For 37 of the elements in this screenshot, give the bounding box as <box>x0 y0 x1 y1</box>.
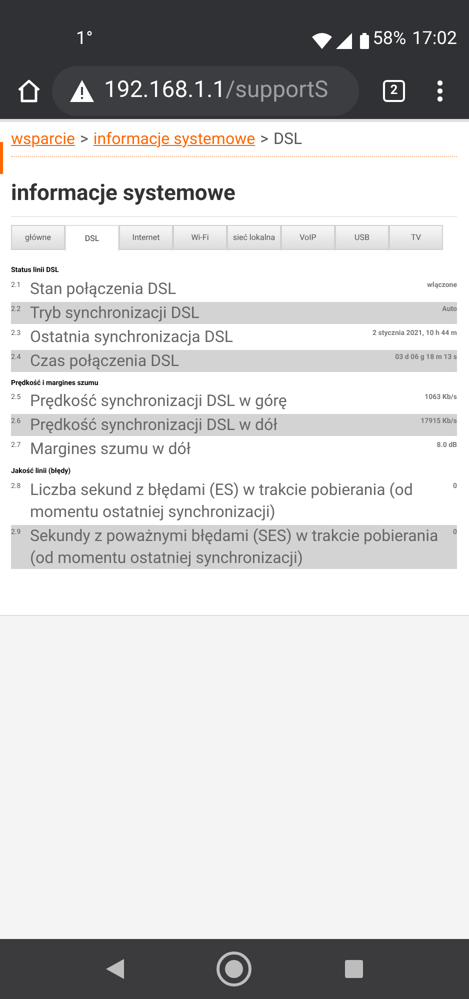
warning-icon <box>70 80 94 102</box>
home-icon[interactable] <box>16 78 42 104</box>
clock: 17:02 <box>412 27 457 51</box>
address-bar[interactable]: 192.168.1.1/supportS <box>52 66 359 116</box>
battery-level: 58% <box>372 27 406 51</box>
recents-icon[interactable] <box>344 960 363 978</box>
url-text: 192.168.1.1/supportS <box>104 75 328 106</box>
tab[interactable]: TV <box>389 225 443 250</box>
row-label: Prędkość synchronizacji DSL w górę <box>30 390 288 412</box>
tab[interactable]: VoIP <box>281 225 335 250</box>
home-button-icon[interactable] <box>216 951 252 987</box>
temperature: 1° <box>76 27 93 51</box>
page-title: informacje systemowe <box>11 177 457 217</box>
tab[interactable]: główne <box>11 225 65 250</box>
row-label: Liczba sekund z błędami (ES) w trakcie pobierania (od momentu ostatniej synchronizacji) <box>30 478 414 522</box>
row-label: Czas połączenia DSL <box>30 350 180 372</box>
menu-icon[interactable] <box>437 80 443 102</box>
row-label: Tryb synchronizacji DSL <box>30 302 200 324</box>
row-label: Margines szumu w dół <box>30 438 192 460</box>
breadcrumb-separator: > <box>260 128 268 150</box>
back-icon[interactable] <box>106 959 124 979</box>
breadcrumb-current: DSL <box>273 128 302 150</box>
wifi-icon <box>312 33 332 49</box>
tab[interactable]: Internet <box>119 225 173 250</box>
tab[interactable]: sieć lokalna <box>227 225 281 250</box>
battery-icon <box>360 33 369 49</box>
accent-bar <box>0 142 3 174</box>
tab[interactable]: DSL <box>65 225 119 251</box>
breadcrumb-separator: > <box>80 128 88 150</box>
row-label: Ostatnia synchronizacja DSL <box>30 326 234 348</box>
tab[interactable]: Wi-Fi <box>173 225 227 250</box>
tab-count-button[interactable]: 2 <box>383 80 405 102</box>
signal-icon <box>336 33 352 49</box>
row-label: Sekundy z poważnymi błędami (SES) w trakcie pobierania (od momentu ostatniej synchronizacji) <box>30 524 440 568</box>
row-label: Stan połączenia DSL <box>30 278 178 300</box>
row-label: Prędkość synchronizacji DSL w dół <box>30 414 278 436</box>
tab[interactable]: USB <box>335 225 389 250</box>
